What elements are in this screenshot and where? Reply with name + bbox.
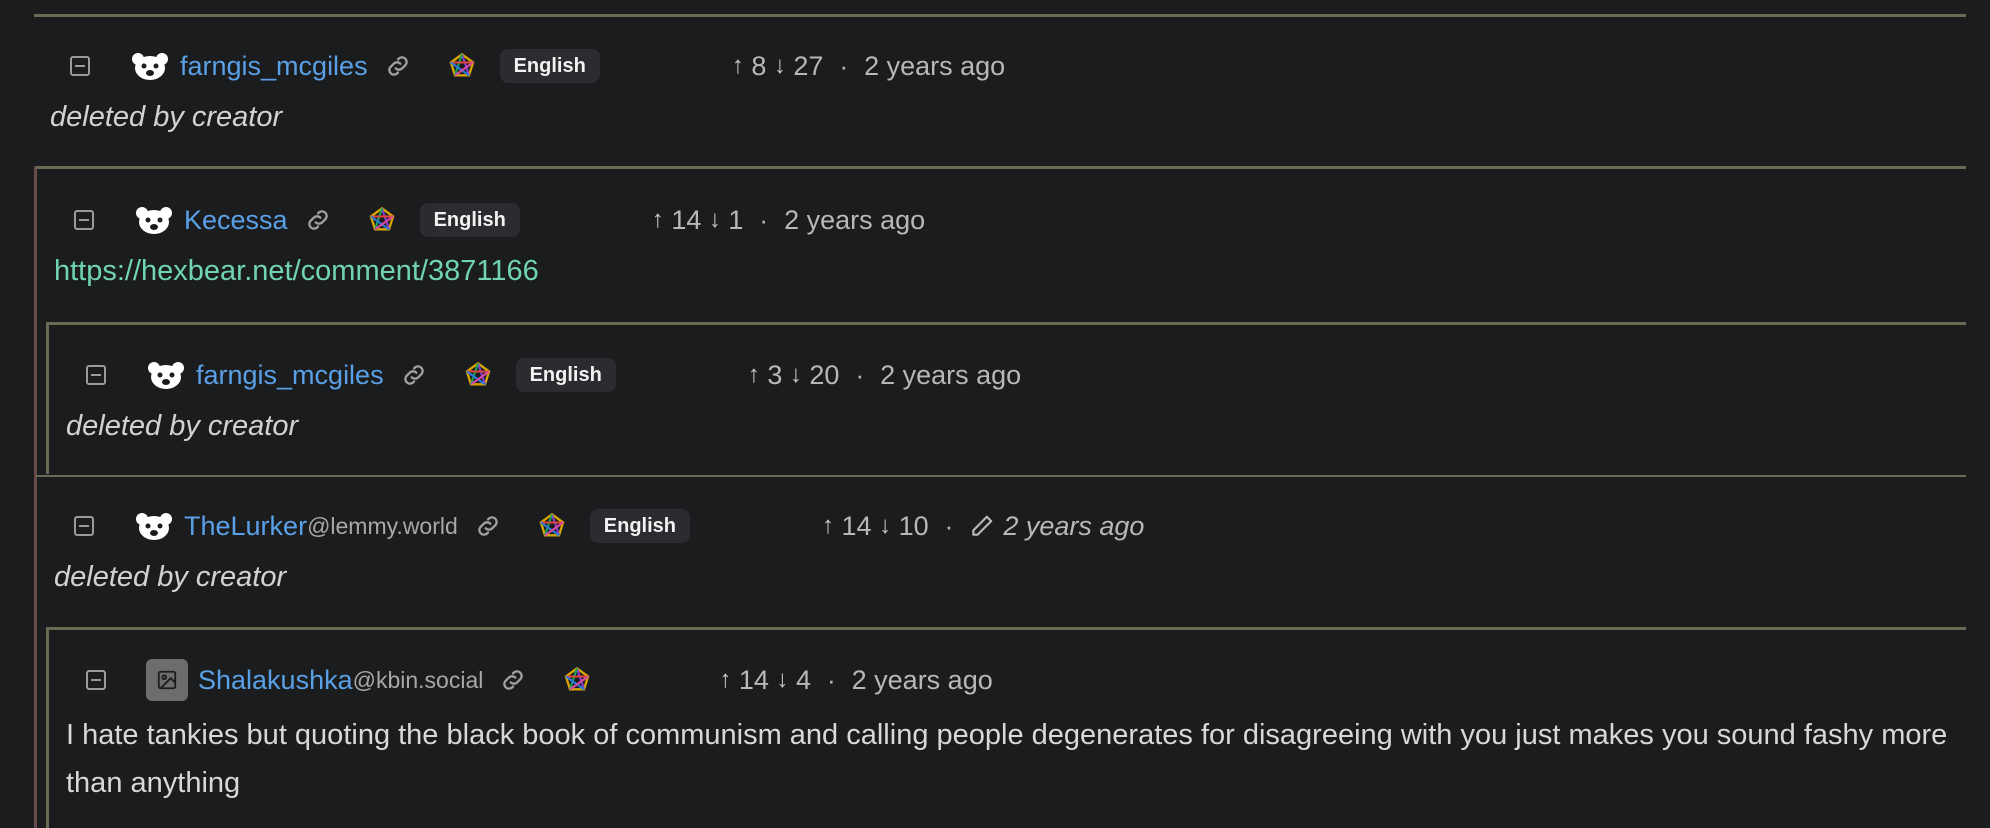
down-arrow-icon: ↓ bbox=[789, 361, 802, 388]
username-link[interactable]: farngis_mcgiles bbox=[180, 51, 368, 82]
link-icon[interactable] bbox=[400, 361, 428, 389]
comment-header: Kecessa English ↑ 14 ↓ 1 · 2 years ago bbox=[74, 198, 925, 242]
comment-thread: farngis_mcgiles English ↑ 8 ↓ 27 · 2 yea… bbox=[0, 0, 1990, 828]
thread-nest-line bbox=[34, 166, 37, 828]
timestamp[interactable]: 2 years ago bbox=[864, 51, 1005, 82]
up-arrow-icon: ↑ bbox=[651, 206, 664, 233]
username-link[interactable]: farngis_mcgiles bbox=[196, 360, 384, 391]
separator-dot: · bbox=[855, 359, 865, 390]
link-icon[interactable] bbox=[499, 666, 527, 694]
username-link[interactable]: Shalakushka bbox=[198, 665, 353, 696]
upvote-count: 14 bbox=[738, 664, 769, 695]
timestamp[interactable]: 2 years ago bbox=[852, 665, 993, 696]
language-badge: English bbox=[499, 49, 600, 83]
fediverse-icon bbox=[368, 206, 396, 234]
vote-counts: ↑ 8 ↓ 27 bbox=[732, 51, 824, 82]
downvote-button[interactable]: ↓ 1 bbox=[709, 205, 744, 236]
upvote-count: 8 bbox=[751, 50, 767, 81]
collapse-button[interactable] bbox=[74, 210, 94, 230]
upvote-button[interactable]: ↑ 8 bbox=[732, 51, 767, 82]
downvote-count: 10 bbox=[898, 510, 929, 541]
vote-counts: ↑ 14 ↓ 4 bbox=[719, 665, 811, 696]
bear-avatar-icon[interactable] bbox=[130, 51, 170, 81]
thread-nest-line bbox=[46, 627, 49, 828]
edited-pencil-icon bbox=[969, 513, 995, 539]
upvote-count: 14 bbox=[841, 510, 872, 541]
timestamp[interactable]: 2 years ago bbox=[784, 205, 925, 236]
down-arrow-icon: ↓ bbox=[773, 52, 786, 79]
downvote-button[interactable]: ↓ 10 bbox=[879, 511, 929, 542]
downvote-count: 27 bbox=[793, 50, 824, 81]
link-icon[interactable] bbox=[384, 52, 412, 80]
collapse-button[interactable] bbox=[86, 670, 106, 690]
upvote-button[interactable]: ↑ 3 bbox=[748, 360, 783, 391]
separator-dot: · bbox=[759, 204, 769, 235]
downvote-count: 20 bbox=[809, 359, 840, 390]
link-icon[interactable] bbox=[304, 206, 332, 234]
timestamp[interactable]: 2 years ago bbox=[1003, 511, 1144, 542]
comment-body: deleted by creator bbox=[50, 101, 283, 133]
timestamp[interactable]: 2 years ago bbox=[880, 360, 1021, 391]
comment-divider bbox=[46, 322, 1966, 325]
down-arrow-icon: ↓ bbox=[708, 206, 721, 233]
comment-link[interactable]: https://hexbear.net/comment/3871166 bbox=[54, 255, 539, 288]
downvote-button[interactable]: ↓ 20 bbox=[790, 360, 840, 391]
comment-divider bbox=[34, 14, 1966, 17]
language-badge: English bbox=[419, 203, 520, 237]
bear-avatar-icon[interactable] bbox=[134, 511, 174, 541]
vote-counts: ↑ 3 ↓ 20 bbox=[748, 360, 840, 391]
fediverse-icon bbox=[464, 361, 492, 389]
up-arrow-icon: ↑ bbox=[719, 666, 732, 693]
up-arrow-icon: ↑ bbox=[747, 361, 760, 388]
collapse-button[interactable] bbox=[86, 365, 106, 385]
upvote-count: 3 bbox=[767, 359, 783, 390]
fediverse-icon bbox=[448, 52, 476, 80]
comment-header: farngis_mcgiles English ↑ 3 ↓ 20 · 2 yea… bbox=[86, 353, 1021, 397]
fediverse-icon bbox=[538, 512, 566, 540]
upvote-button[interactable]: ↑ 14 bbox=[652, 205, 702, 236]
separator-dot: · bbox=[944, 510, 954, 541]
separator-dot: · bbox=[826, 664, 836, 695]
upvote-count: 14 bbox=[671, 204, 702, 235]
language-badge: English bbox=[515, 358, 616, 392]
upvote-button[interactable]: ↑ 14 bbox=[719, 665, 769, 696]
comment-divider bbox=[36, 166, 1966, 169]
down-arrow-icon: ↓ bbox=[879, 512, 892, 539]
comment-body: deleted by creator bbox=[66, 410, 299, 442]
comment-header: farngis_mcgiles English ↑ 8 ↓ 27 · 2 yea… bbox=[70, 44, 1005, 88]
comment-header: Shalakushka @kbin.social ↑ 14 ↓ 4 · 2 ye… bbox=[86, 658, 993, 702]
downvote-count: 1 bbox=[728, 204, 744, 235]
comment-divider bbox=[46, 627, 1966, 630]
collapse-button[interactable] bbox=[70, 56, 90, 76]
image-avatar-icon[interactable] bbox=[146, 659, 188, 701]
vote-counts: ↑ 14 ↓ 1 bbox=[652, 205, 744, 236]
down-arrow-icon: ↓ bbox=[776, 666, 789, 693]
thread-nest-line bbox=[46, 322, 49, 474]
separator-dot: · bbox=[839, 50, 849, 81]
username-link[interactable]: TheLurker bbox=[184, 511, 307, 542]
comment-divider bbox=[36, 475, 1966, 477]
collapse-button[interactable] bbox=[74, 516, 94, 536]
comment-header: TheLurker @lemmy.world English ↑ 14 ↓ 10… bbox=[74, 504, 1144, 548]
link-icon[interactable] bbox=[474, 512, 502, 540]
downvote-button[interactable]: ↓ 27 bbox=[774, 51, 824, 82]
language-badge: English bbox=[589, 509, 691, 543]
vote-counts: ↑ 14 ↓ 10 bbox=[822, 511, 929, 542]
fediverse-icon bbox=[563, 666, 591, 694]
username-link[interactable]: Kecessa bbox=[184, 205, 288, 236]
comment-body: I hate tankies but quoting the black boo… bbox=[66, 719, 1948, 799]
downvote-button[interactable]: ↓ 4 bbox=[776, 665, 811, 696]
bear-avatar-icon[interactable] bbox=[146, 360, 186, 390]
downvote-count: 4 bbox=[795, 664, 811, 695]
upvote-button[interactable]: ↑ 14 bbox=[822, 511, 872, 542]
up-arrow-icon: ↑ bbox=[822, 512, 835, 539]
up-arrow-icon: ↑ bbox=[731, 52, 744, 79]
bear-avatar-icon[interactable] bbox=[134, 205, 174, 235]
user-instance: @lemmy.world bbox=[307, 512, 458, 539]
comment-body: deleted by creator bbox=[54, 561, 287, 593]
user-instance: @kbin.social bbox=[352, 666, 484, 693]
